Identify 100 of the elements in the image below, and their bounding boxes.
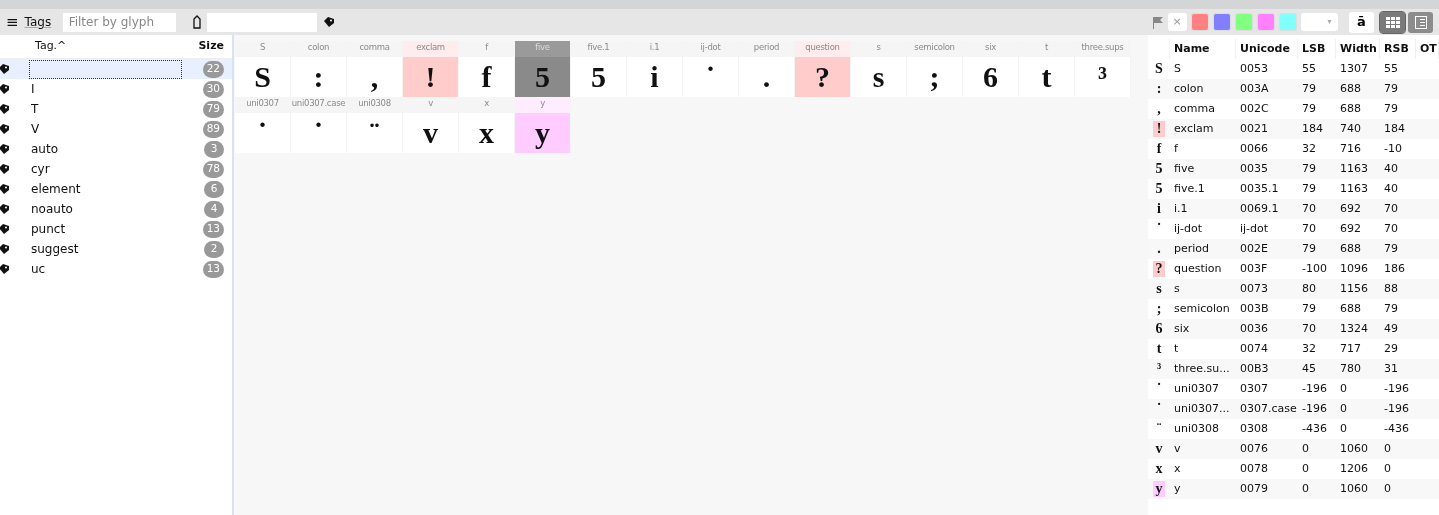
tag-list-item-text[interactable]: I [29,79,35,99]
glyph-cell[interactable]: uni0308 ¨ [347,97,403,153]
table-cell-text: ij-dot [1173,220,1204,237]
table-cell-text: 70 [1301,220,1317,237]
table-cell-text: 0 [1339,380,1348,397]
tag-field[interactable] [206,12,317,32]
glyph-thumbnail: 5 [1154,160,1164,178]
glyph-cell[interactable]: uni0307 ˙ [235,97,291,153]
column-header[interactable]: RSB [1380,39,1416,59]
table-cell-text: 003F [1239,260,1269,277]
glyph-cell[interactable]: ij-dot ˙ [683,41,739,97]
glyph-cell[interactable]: question ? [795,41,851,97]
glyph-preview: ˙ [312,115,325,151]
tag-row[interactable]: I 30 [0,79,232,99]
glyph-cell[interactable]: five.1 5 [571,41,627,97]
tag-list-item-text[interactable]: punct [29,219,66,239]
tag-list-item-text[interactable]: auto [29,139,58,159]
tag-name-field[interactable] [29,59,182,79]
count-badge: 3 [204,140,224,158]
table-cell-text: 40 [1383,180,1399,197]
table-cell-text: 45 [1301,360,1317,377]
table-cell-text: six [1173,320,1191,337]
column-header[interactable]: OT [1416,39,1439,59]
column-header[interactable]: LSB [1298,39,1336,59]
table-cell-text: 0 [1383,460,1392,477]
tag-list-item-text[interactable]: T [29,99,39,119]
glyph-label: question [795,41,850,57]
tag-list-item-text[interactable]: cyr [29,159,50,179]
column-header[interactable]: Name [1170,39,1236,59]
tag-list-item-text[interactable]: noauto [29,199,73,219]
tags-icon[interactable] [322,17,335,27]
flag-icon [1151,15,1164,29]
tag-icon [0,104,10,114]
tag-list-item-text[interactable]: suggest [29,239,79,259]
glyph-thumbnail: f [1155,140,1163,158]
tag-list-item-text[interactable]: element [29,179,81,199]
tags-toggle[interactable]: Tags [24,13,52,31]
column-header[interactable]: Width [1336,39,1380,59]
table-cell-text: S [1173,60,1182,77]
glyph-cell[interactable]: S S [235,41,291,97]
glyph-cell[interactable]: comma , [347,41,403,97]
glyph-label: v [403,97,458,113]
table-cell-text: -436 [1383,420,1410,437]
table-cell-text: 002E [1239,240,1269,257]
glyph-cell[interactable]: f f [459,41,515,97]
tag-row[interactable]: cyr 78 [0,159,232,179]
glyph-thumbnail: i [1156,200,1162,218]
table-cell-text: 184 [1301,120,1324,137]
menu-icon[interactable]: ≡ [6,14,19,30]
glyph-cell[interactable]: period . [739,41,795,97]
glyph-cell[interactable]: x x [459,97,515,153]
table-cell-text: f [1173,140,1179,157]
glyph-cell[interactable]: y y [515,97,571,153]
glyph-char-button[interactable]: ā [1349,11,1374,33]
table-cell-text: 79 [1301,80,1317,97]
glyph-preview: 5 [590,59,607,95]
glyph-cell[interactable]: v v [403,97,459,153]
tag-row[interactable]: element 6 [0,179,232,199]
table-cell-text: 0035 [1239,160,1269,177]
color-swatch[interactable] [1234,13,1253,31]
glyph-label: uni0307 [235,97,290,113]
glyph-cell[interactable]: five 5 [515,41,571,97]
color-swatch[interactable] [1190,13,1209,31]
tag-row[interactable]: suggest 2 [0,239,232,259]
filter-field[interactable]: Filter by glyph [62,12,176,32]
table-cell-text: 0035.1 [1239,180,1280,197]
tag-row[interactable]: T 79 [0,99,232,119]
glyph-cell[interactable]: exclam ! [403,41,459,97]
glyph-preview: : [312,59,325,95]
glyph-cell[interactable]: six 6 [963,41,1019,97]
glyph-cell[interactable]: colon : [291,41,347,97]
size-column-header[interactable]: Size [184,38,224,55]
glyph-cell[interactable]: uni0307.case ˙ [291,97,347,153]
tag-row[interactable]: auto 3 [0,139,232,159]
table-cell-text: 0 [1339,400,1348,417]
table-cell-text: period [1173,240,1211,257]
column-header[interactable]: Unicode [1236,39,1298,59]
tag-icon [0,144,10,154]
glyph-label: f [459,41,514,57]
glyph-cell[interactable]: t t [1019,41,1075,97]
table-cell-text: 692 [1339,220,1362,237]
color-swatch[interactable] [1278,13,1297,31]
glyph-label: i.1 [627,41,682,57]
tag-list-item-text[interactable]: V [29,119,40,139]
glyph-cell[interactable]: s s [851,41,907,97]
grid-view-button[interactable] [1380,11,1405,33]
tag-row[interactable]: uc 13 [0,259,232,279]
tag-row[interactable]: V 89 [0,119,232,139]
glyph-cell[interactable]: semicolon ; [907,41,963,97]
glyph-preview: 6 [982,59,999,95]
sortable-column-header[interactable]: Tag.^ [31,38,184,55]
tag-row[interactable]: punct 13 [0,219,232,239]
color-swatch[interactable] [1212,13,1231,31]
table-cell-text: 0 [1383,440,1392,457]
color-swatch[interactable] [1256,13,1275,31]
glyph-cell[interactable]: i.1 i [627,41,683,97]
glyph-cell[interactable]: three.sups ³ [1075,41,1131,97]
list-view-button[interactable] [1408,11,1433,33]
tag-row[interactable]: noauto 4 [0,199,232,219]
tag-list-item-text[interactable]: uc [29,259,46,279]
